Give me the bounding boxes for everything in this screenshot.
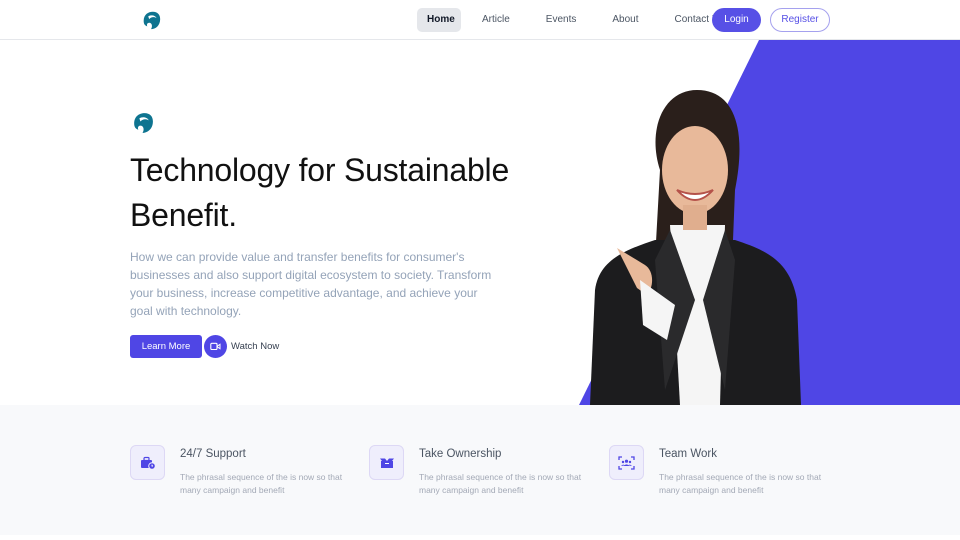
nav-events[interactable]: Events bbox=[536, 8, 587, 32]
nav-links: Home Article Events About Contact Us bbox=[417, 8, 737, 32]
box-open-icon bbox=[369, 445, 404, 480]
hero-description: How we can provide value and transfer be… bbox=[130, 250, 492, 318]
team-scan-icon bbox=[609, 445, 644, 480]
nav-home[interactable]: Home bbox=[417, 8, 461, 32]
briefcase-clock-icon bbox=[130, 445, 165, 480]
hero-person-image bbox=[590, 90, 801, 405]
register-button[interactable]: Register bbox=[770, 8, 830, 32]
feature-description: The phrasal sequence of the is now so th… bbox=[659, 472, 822, 495]
feature-item: Team Work The phrasal sequence of the is… bbox=[609, 445, 839, 505]
feature-title: Team Work bbox=[659, 448, 717, 460]
hero-section: Technology for Sustainable Benefit. How … bbox=[0, 40, 960, 405]
video-camera-icon bbox=[204, 335, 227, 358]
feature-title: 24/7 Support bbox=[180, 448, 246, 460]
feature-description: The phrasal sequence of the is now so th… bbox=[419, 472, 582, 495]
feature-item: Take Ownership The phrasal sequence of t… bbox=[369, 445, 599, 505]
feature-title: Take Ownership bbox=[419, 448, 502, 460]
login-button[interactable]: Login bbox=[712, 8, 761, 32]
features-section: 24/7 Support The phrasal sequence of the… bbox=[0, 405, 960, 535]
feature-item: 24/7 Support The phrasal sequence of the… bbox=[130, 445, 360, 505]
learn-more-button[interactable]: Learn More bbox=[130, 335, 202, 358]
watch-now-button[interactable]: Watch Now bbox=[204, 335, 279, 358]
hero-logo-icon bbox=[134, 113, 153, 133]
feature-description: The phrasal sequence of the is now so th… bbox=[180, 472, 343, 495]
watch-now-label: Watch Now bbox=[231, 341, 280, 352]
top-navbar: Home Article Events About Contact Us Log… bbox=[0, 0, 960, 40]
nav-about[interactable]: About bbox=[602, 8, 648, 32]
hero-title: Technology for Sustainable Benefit. bbox=[130, 152, 510, 233]
nav-article[interactable]: Article bbox=[472, 8, 520, 32]
brand-logo-icon[interactable] bbox=[140, 9, 162, 31]
